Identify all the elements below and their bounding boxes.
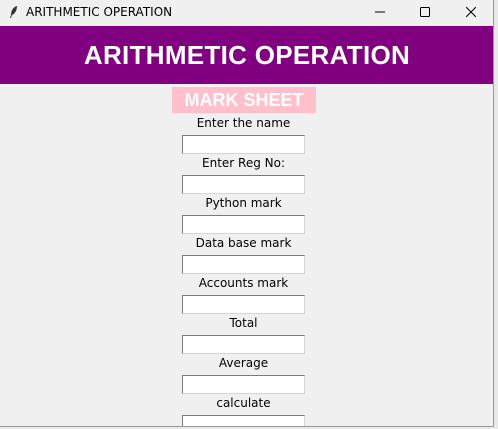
title-bar[interactable]: ARITHMETIC OPERATION xyxy=(0,0,493,24)
python-mark-label: Python mark xyxy=(205,196,282,210)
maximize-button[interactable] xyxy=(402,0,448,24)
average-label: Average xyxy=(218,356,269,370)
app-window: ARITHMETIC OPERATION ARITHMETIC OPERATIO… xyxy=(0,0,494,427)
mark-sheet-label: MARK SHEET xyxy=(172,87,316,113)
accounts-mark-label: Accounts mark xyxy=(198,276,289,290)
feather-icon xyxy=(6,4,22,20)
total-input[interactable] xyxy=(182,335,305,354)
accounts-mark-input[interactable] xyxy=(182,295,305,314)
name-input[interactable] xyxy=(182,135,305,154)
reg-no-label: Enter Reg No: xyxy=(202,156,285,170)
average-input[interactable] xyxy=(182,375,305,394)
calculate-label: calculate xyxy=(216,396,271,410)
close-button[interactable] xyxy=(448,0,493,24)
reg-no-input[interactable] xyxy=(182,175,305,194)
form-row-total: Total xyxy=(0,316,493,356)
close-icon xyxy=(466,7,476,17)
form-row-average: Average xyxy=(0,356,493,396)
form-row-reg-no: Enter Reg No: xyxy=(0,156,493,196)
database-mark-label: Data base mark xyxy=(195,236,292,250)
name-label: Enter the name xyxy=(196,116,291,130)
minimize-icon xyxy=(375,11,385,13)
database-mark-input[interactable] xyxy=(182,255,305,274)
header-banner: ARITHMETIC OPERATION xyxy=(0,26,493,84)
minimize-button[interactable] xyxy=(357,0,403,24)
form-row-python-mark: Python mark xyxy=(0,196,493,236)
maximize-icon xyxy=(420,7,430,17)
total-label: Total xyxy=(229,316,258,330)
subtitle-text: MARK SHEET xyxy=(184,89,304,110)
form-row-database-mark: Data base mark xyxy=(0,236,493,276)
form-row-calculate: calculate xyxy=(0,396,493,426)
form-row-name: Enter the name xyxy=(0,116,493,156)
header-title: ARITHMETIC OPERATION xyxy=(83,39,411,70)
calculate-input[interactable] xyxy=(182,415,305,426)
window-title: ARITHMETIC OPERATION xyxy=(26,5,173,19)
form-row-accounts-mark: Accounts mark xyxy=(0,276,493,316)
python-mark-input[interactable] xyxy=(182,215,305,234)
